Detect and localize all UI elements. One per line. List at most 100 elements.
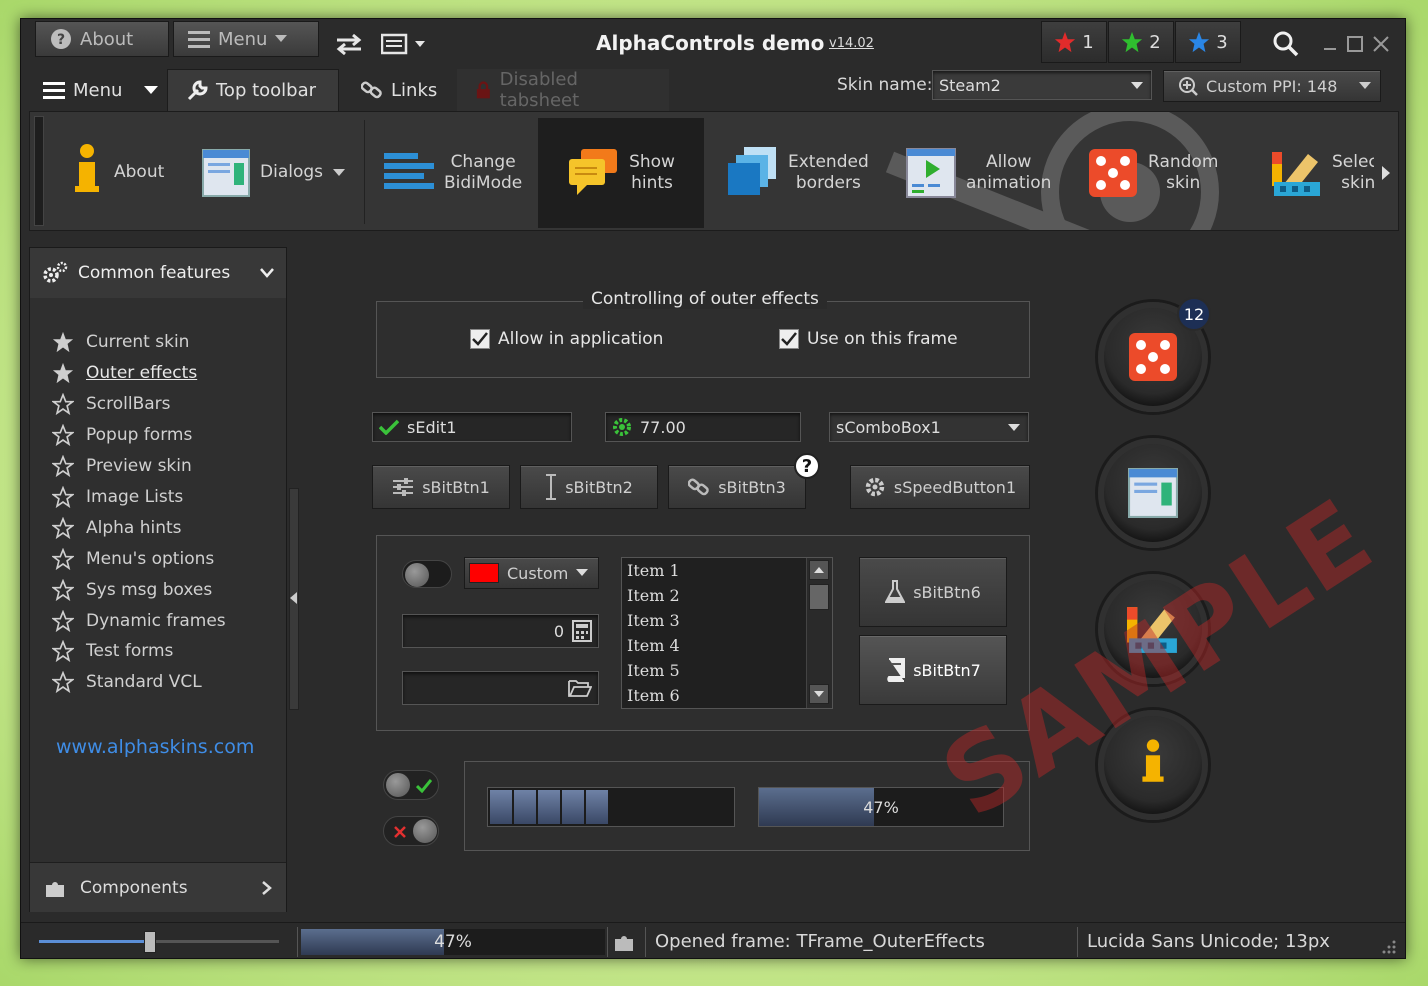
toolbar-show-hints-label: Show hints (629, 151, 675, 193)
skin-name-combo[interactable]: Steam2 (932, 70, 1152, 100)
sbitbtn3-label: sBitBtn3 (718, 477, 786, 497)
sidebar-item-popup-forms[interactable]: Popup forms (52, 422, 192, 448)
sidebar-splitter[interactable] (289, 488, 299, 710)
palette-icon (1272, 152, 1320, 196)
link-icon (688, 478, 709, 496)
toggle-switch-on[interactable] (383, 770, 439, 800)
toolbar-random-skin[interactable]: Random skin (1088, 118, 1218, 228)
close-icon[interactable] (1373, 36, 1389, 52)
ppi-button[interactable]: Custom PPI: 148 (1163, 70, 1381, 102)
swap-icon[interactable] (335, 33, 363, 55)
round-dialogs-button[interactable] (1098, 438, 1208, 548)
sbitbtn1-button[interactable]: sBitBtn1 (372, 465, 510, 509)
list-item[interactable]: Item 2 (622, 583, 832, 608)
calc-edit[interactable]: 0 (402, 614, 599, 648)
list-item[interactable]: Item 3 (622, 608, 832, 633)
components-section[interactable]: Components (30, 862, 286, 912)
menu-tab-button[interactable]: Menu (173, 21, 319, 57)
spin-edit[interactable]: 77.00 (605, 412, 801, 442)
use-on-frame-checkbox[interactable]: Use on this frame (779, 329, 958, 349)
item-listbox[interactable]: Item 1 Item 2 Item 3 Item 4 Item 5 Item … (621, 557, 833, 709)
allow-in-application-checkbox[interactable]: Allow in application (470, 329, 663, 349)
gear-icon (865, 477, 885, 497)
tab-links[interactable]: Links (343, 69, 455, 111)
scroll-down-button[interactable] (809, 684, 829, 704)
chevron-down-icon (1008, 424, 1020, 431)
toggle-switch-off[interactable] (402, 560, 452, 588)
sidebar-item-scrollbars[interactable]: ScrollBars (52, 391, 171, 417)
sidebar-item-outer-effects[interactable]: Outer effects (52, 360, 197, 386)
star-rating-3[interactable]: 3 (1175, 21, 1241, 63)
toolbar-grip[interactable] (34, 116, 44, 226)
checkmark-icon (781, 332, 797, 346)
sidebar-item-menus-options[interactable]: Menu's options (52, 546, 214, 572)
sidebar-item-label: Popup forms (86, 425, 193, 445)
sbitbtn6-button[interactable]: sBitBtn6 (859, 557, 1007, 627)
calculator-icon (572, 620, 592, 642)
scroll-up-button[interactable] (809, 560, 829, 580)
list-item[interactable]: Item 4 (622, 633, 832, 658)
toolbar-select-skin[interactable]: Select skin (1272, 118, 1384, 228)
block-progress-bar (487, 787, 735, 827)
zoom-slider-track[interactable] (39, 931, 279, 953)
sedit1-input[interactable]: sEdit1 (372, 412, 572, 442)
sidebar-item-label: Outer effects (86, 363, 198, 383)
star-rating-2[interactable]: 2 (1108, 21, 1174, 63)
directory-edit[interactable] (402, 671, 599, 705)
progress-block (586, 790, 608, 824)
tab-disabled-label: Disabled tabsheet (499, 69, 580, 111)
toolbar-scroll-right[interactable] (1374, 118, 1398, 228)
sidebar-item-alpha-hints[interactable]: Alpha hints (52, 515, 182, 541)
sbitbtn2-button[interactable]: sBitBtn2 (520, 465, 658, 509)
website-link[interactable]: www.alphaskins.com (56, 736, 254, 758)
tab-top-toolbar[interactable]: Top toolbar (167, 69, 339, 111)
toolbar-bidimode[interactable]: Change BidiMode (384, 118, 522, 228)
hamburger-icon (43, 82, 65, 99)
list-menu-icon[interactable] (381, 33, 429, 55)
menu-dropdown[interactable]: Menu (25, 69, 176, 111)
toggle-knob (405, 563, 429, 587)
minimize-icon[interactable] (1323, 37, 1337, 51)
scombobox1[interactable]: sComboBox1 (829, 412, 1029, 442)
zoom-slider-thumb[interactable] (143, 931, 156, 953)
scroll-thumb[interactable] (809, 584, 829, 610)
sbitbtn7-button[interactable]: sBitBtn7 (859, 635, 1007, 705)
toolbar-allow-animation[interactable]: Allow animation (906, 118, 1051, 228)
toolbar-about[interactable]: About (70, 118, 164, 228)
about-tab-button[interactable]: ? About (35, 21, 169, 57)
toolbar-dialogs[interactable]: Dialogs (202, 118, 346, 228)
star-rating-1[interactable]: 1 (1041, 21, 1107, 63)
sidebar-item-dynamic-frames[interactable]: Dynamic frames (52, 608, 226, 634)
resize-grip-icon[interactable] (1381, 939, 1397, 955)
toggle-switch-off-2[interactable] (383, 816, 439, 846)
green-check-icon (416, 779, 432, 793)
chevron-down-icon (333, 169, 346, 176)
sidebar-item-sys-msg-boxes[interactable]: Sys msg boxes (52, 577, 212, 603)
list-scrollbar[interactable] (806, 558, 832, 708)
dialog-window-icon (1128, 468, 1178, 518)
chevron-down-icon (814, 691, 824, 697)
sidebar-item-current-skin[interactable]: Current skin (52, 329, 189, 355)
sidebar-header[interactable]: Common features (30, 248, 286, 298)
wrench-icon (187, 79, 208, 100)
help-badge[interactable]: ? (794, 453, 820, 479)
sspeedbutton1-button[interactable]: sSpeedButton1 (850, 465, 1030, 509)
star-outline-icon (52, 548, 74, 570)
sidebar-item-image-lists[interactable]: Image Lists (52, 484, 183, 510)
list-item[interactable]: Item 1 (622, 558, 832, 583)
list-item[interactable]: Item 5 (622, 658, 832, 683)
toolbar-show-hints[interactable]: Show hints (538, 118, 704, 228)
use-on-frame-label: Use on this frame (807, 329, 958, 349)
maximize-icon[interactable] (1347, 36, 1363, 52)
color-combo[interactable]: Custom (464, 557, 599, 589)
version-link[interactable]: v14.02 (829, 36, 874, 51)
sidebar-item-standard-vcl[interactable]: Standard VCL (52, 669, 202, 695)
sidebar-item-test-forms[interactable]: Test forms (52, 638, 173, 664)
list-item[interactable]: Item 6 (622, 683, 832, 708)
help-circle-icon: ? (51, 29, 71, 49)
scombobox1-value: sComboBox1 (836, 417, 941, 437)
toolbar-extended-borders[interactable]: Extended borders (728, 118, 869, 228)
sbitbtn3-button[interactable]: sBitBtn3 (668, 465, 806, 509)
search-icon[interactable] (1273, 31, 1299, 57)
sidebar-item-preview-skin[interactable]: Preview skin (52, 453, 192, 479)
